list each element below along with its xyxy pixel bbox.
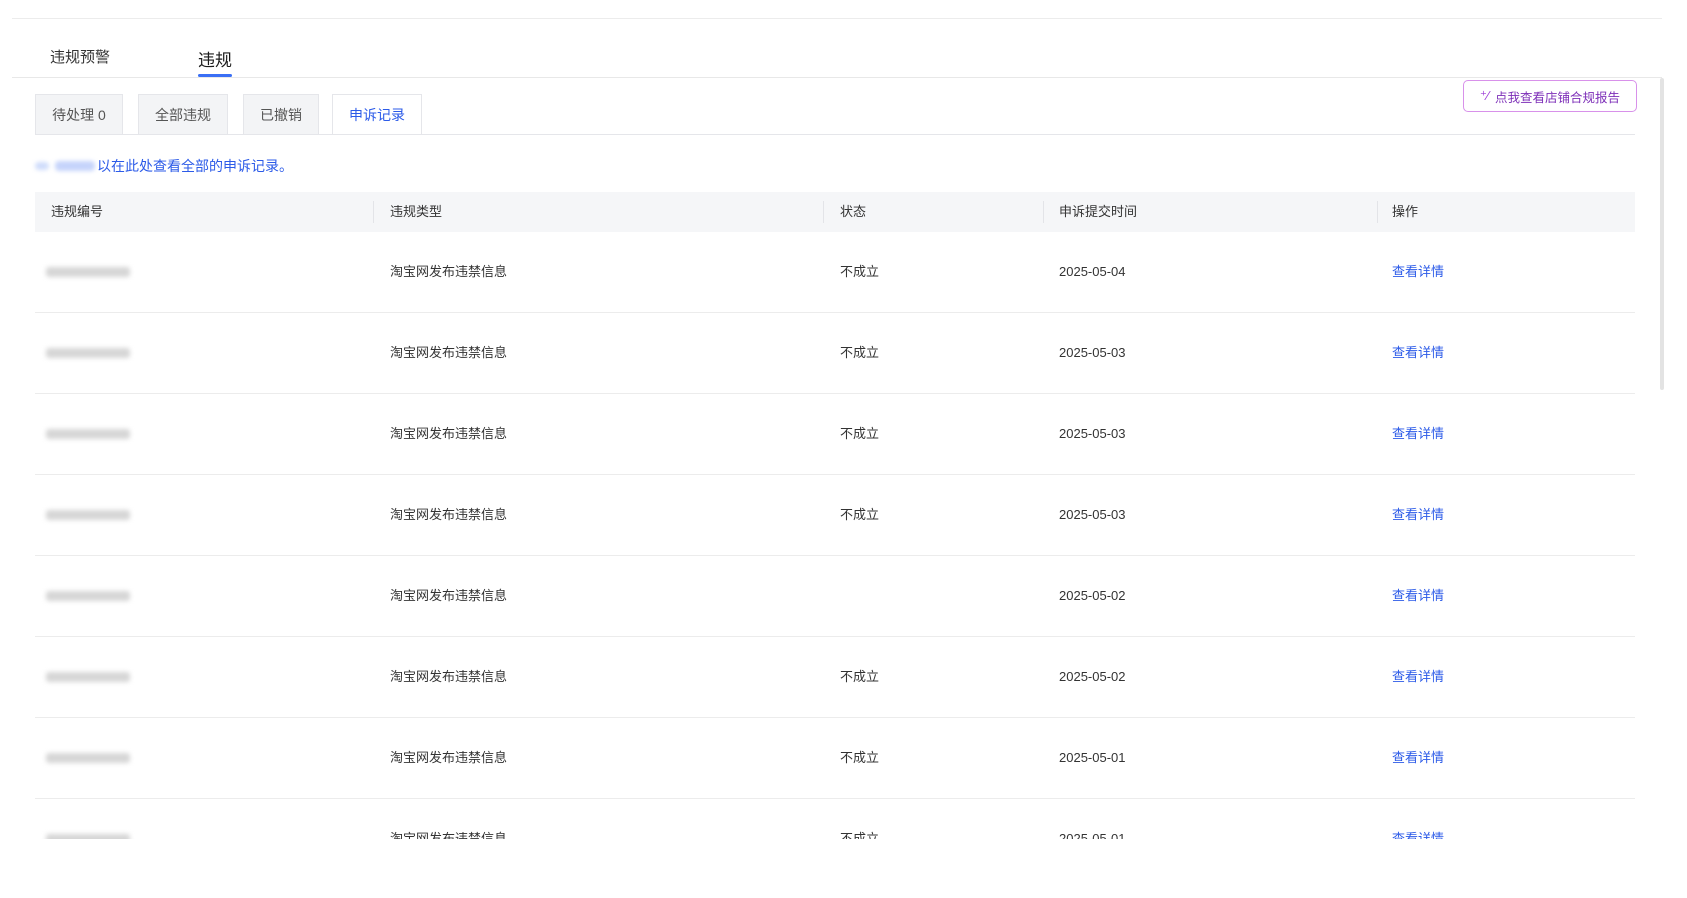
header-submit-time: 申诉提交时间 bbox=[1059, 204, 1138, 219]
tab-violation-label: 违规 bbox=[198, 51, 232, 70]
table-header: 违规编号 违规类型 状态 申诉提交时间 操作 bbox=[35, 192, 1635, 232]
tab-violation[interactable]: 违规 bbox=[198, 46, 232, 77]
notice-text: 以在此处查看全部的申诉记录。 bbox=[97, 158, 293, 174]
status: 不成立 bbox=[840, 750, 880, 765]
view-details-link[interactable]: 查看详情 bbox=[1392, 232, 1444, 312]
redacted-violation-id bbox=[46, 753, 130, 763]
violation-type: 淘宝网发布违禁信息 bbox=[390, 669, 508, 684]
appeal-notice: 以在此处查看全部的申诉记录。 bbox=[35, 156, 293, 176]
redacted-violation-id bbox=[46, 510, 130, 520]
status: 不成立 bbox=[840, 831, 880, 839]
compliance-report-button[interactable]: ⁺∕ 点我查看店铺合规报告 bbox=[1463, 80, 1637, 112]
view-details-link[interactable]: 查看详情 bbox=[1392, 394, 1444, 474]
header-violation-id: 违规编号 bbox=[51, 204, 104, 219]
header-separator bbox=[373, 201, 374, 223]
violation-type: 淘宝网发布违禁信息 bbox=[390, 426, 508, 441]
view-details-link[interactable]: 查看详情 bbox=[1392, 556, 1444, 636]
violation-type: 淘宝网发布违禁信息 bbox=[390, 507, 508, 522]
status: 不成立 bbox=[840, 507, 880, 522]
status: 不成立 bbox=[840, 669, 880, 684]
table-row: 淘宝网发布违禁信息 不成立 2025-05-01 查看详情 bbox=[35, 799, 1635, 839]
submit-time: 2025-05-03 bbox=[1059, 345, 1126, 360]
redacted-violation-id bbox=[46, 672, 130, 682]
table-row: 淘宝网发布违禁信息 不成立 2025-05-02 查看详情 bbox=[35, 637, 1635, 718]
appeal-records-table: 违规编号 违规类型 状态 申诉提交时间 操作 淘宝网发布违禁信息 不成立 202… bbox=[35, 192, 1635, 839]
subtab-appeal-records[interactable]: 申诉记录 bbox=[332, 94, 422, 135]
sparkle-wand-icon: ⁺∕ bbox=[1479, 88, 1490, 103]
header-action: 操作 bbox=[1392, 204, 1419, 219]
redacted-violation-id bbox=[46, 591, 130, 601]
submit-time: 2025-05-02 bbox=[1059, 669, 1126, 684]
violation-type: 淘宝网发布违禁信息 bbox=[390, 264, 508, 279]
violation-type: 淘宝网发布违禁信息 bbox=[390, 588, 508, 603]
view-details-link[interactable]: 查看详情 bbox=[1392, 475, 1444, 555]
header-violation-type: 违规类型 bbox=[390, 204, 443, 219]
table-row: 淘宝网发布违禁信息 不成立 2025-05-03 查看详情 bbox=[35, 394, 1635, 475]
view-details-link[interactable]: 查看详情 bbox=[1392, 637, 1444, 717]
view-details-link[interactable]: 查看详情 bbox=[1392, 718, 1444, 798]
subtab-pending[interactable]: 待处理 0 bbox=[35, 94, 123, 134]
main-tabs: 违规预警 违规 bbox=[12, 30, 1662, 78]
table-row: 淘宝网发布违禁信息 不成立 2025-05-03 查看详情 bbox=[35, 475, 1635, 556]
header-separator bbox=[1377, 201, 1378, 223]
active-tab-indicator bbox=[198, 74, 232, 77]
redacted-violation-id bbox=[46, 429, 130, 439]
table-row: 淘宝网发布违禁信息 不成立 2025-05-03 查看详情 bbox=[35, 313, 1635, 394]
redacted-violation-id bbox=[46, 348, 130, 358]
violation-type: 淘宝网发布违禁信息 bbox=[390, 345, 508, 360]
subtab-revoked[interactable]: 已撤销 bbox=[243, 94, 319, 134]
redacted-violation-id bbox=[46, 267, 130, 277]
submit-time: 2025-05-03 bbox=[1059, 507, 1126, 522]
header-separator bbox=[1043, 201, 1044, 223]
compliance-report-label: 点我查看店铺合规报告 bbox=[1495, 90, 1621, 105]
submit-time: 2025-05-03 bbox=[1059, 426, 1126, 441]
view-details-link[interactable]: 查看详情 bbox=[1392, 819, 1444, 839]
notice-redacted-text bbox=[55, 161, 95, 171]
redacted-violation-id bbox=[46, 834, 130, 839]
submit-time: 2025-05-01 bbox=[1059, 831, 1126, 839]
header-status: 状态 bbox=[840, 204, 867, 219]
top-divider bbox=[12, 18, 1662, 19]
scrollbar[interactable] bbox=[1660, 78, 1664, 390]
submit-time: 2025-05-01 bbox=[1059, 750, 1126, 765]
subtab-all-violations[interactable]: 全部违规 bbox=[138, 94, 228, 134]
status: 不成立 bbox=[840, 426, 880, 441]
header-separator bbox=[823, 201, 824, 223]
submit-time: 2025-05-02 bbox=[1059, 588, 1126, 603]
notice-info-icon bbox=[35, 162, 49, 170]
view-details-link[interactable]: 查看详情 bbox=[1392, 313, 1444, 393]
violation-type: 淘宝网发布违禁信息 bbox=[390, 750, 508, 765]
table-row: 淘宝网发布违禁信息 2025-05-02 查看详情 bbox=[35, 556, 1635, 637]
table-row: 淘宝网发布违禁信息 不成立 2025-05-04 查看详情 bbox=[35, 232, 1635, 313]
subtab-divider bbox=[35, 134, 1635, 135]
tab-violation-warning[interactable]: 违规预警 bbox=[50, 46, 110, 67]
violation-type: 淘宝网发布违禁信息 bbox=[390, 831, 508, 839]
status: 不成立 bbox=[840, 264, 880, 279]
status: 不成立 bbox=[840, 345, 880, 360]
submit-time: 2025-05-04 bbox=[1059, 264, 1126, 279]
table-row: 淘宝网发布违禁信息 不成立 2025-05-01 查看详情 bbox=[35, 718, 1635, 799]
